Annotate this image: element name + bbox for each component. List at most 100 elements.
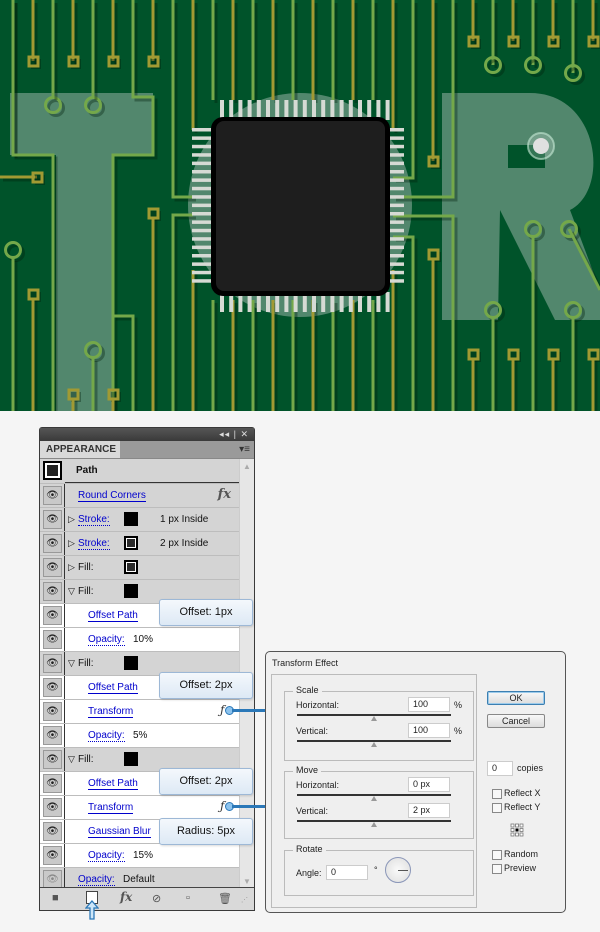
disclosure-collapsed-icon[interactable]: ▷: [68, 538, 75, 549]
row-label[interactable]: Fill:: [78, 586, 94, 597]
path-header-row[interactable]: Path: [40, 459, 239, 483]
visibility-eye-icon[interactable]: 👁: [43, 750, 62, 769]
row-label[interactable]: Opacity:: [88, 634, 125, 646]
visibility-eye-icon[interactable]: 👁: [43, 582, 62, 601]
random-checkbox[interactable]: Random: [492, 849, 538, 860]
reflect-x-checkbox[interactable]: Reflect X: [492, 788, 541, 799]
chip-pin-right: [388, 136, 404, 140]
chip-pin-right: [388, 270, 404, 275]
visibility-eye-icon[interactable]: 👁: [43, 606, 62, 625]
chip-pin-left: [192, 220, 212, 224]
move-horizontal-input[interactable]: 0 px: [408, 777, 450, 792]
copies-input[interactable]: 0: [487, 761, 513, 776]
slider-thumb[interactable]: [371, 742, 377, 747]
visibility-eye-icon[interactable]: 👁: [43, 798, 62, 817]
delete-icon[interactable]: 🗑: [218, 892, 232, 905]
panel-titlebar[interactable]: ◂◂ | ✕: [40, 428, 254, 441]
disclosure-expanded-icon[interactable]: ▽: [68, 586, 75, 597]
circuit-board-artwork: [0, 0, 600, 411]
tab-appearance[interactable]: APPEARANCE: [40, 441, 120, 458]
scale-horizontal-slider[interactable]: [297, 714, 451, 721]
row-label[interactable]: Opacity:: [78, 874, 115, 886]
reference-point-icon[interactable]: [510, 823, 524, 837]
collapse-close-controls[interactable]: ◂◂ | ✕: [219, 428, 249, 441]
scale-vertical-slider[interactable]: [297, 740, 451, 747]
row-label[interactable]: Stroke:: [78, 538, 110, 550]
degree-symbol: °: [374, 865, 378, 875]
chip-pin-left: [192, 237, 212, 241]
angle-dial[interactable]: [385, 857, 411, 883]
visibility-eye-icon[interactable]: 👁: [43, 726, 62, 745]
row-label[interactable]: Fill:: [78, 754, 94, 765]
row-label[interactable]: Gaussian Blur: [88, 826, 151, 838]
slider-thumb[interactable]: [371, 716, 377, 721]
fill-color-swatch[interactable]: [124, 752, 138, 766]
appearance-row-fill[interactable]: 👁 ▷ Fill:: [40, 555, 239, 579]
appearance-row-effect[interactable]: 👁 Round Corners fx: [40, 483, 239, 507]
cancel-button[interactable]: Cancel: [487, 714, 545, 728]
row-label[interactable]: Transform: [88, 802, 134, 814]
appearance-row-sub-opacity[interactable]: 👁 Opacity: 5%: [40, 723, 239, 747]
appearance-row-stroke[interactable]: 👁 ▷ Stroke: 1 px Inside: [40, 507, 239, 531]
slider-thumb[interactable]: [371, 822, 377, 827]
chip-pin-right: [388, 195, 404, 199]
appearance-row-sub-effect[interactable]: 👁 Transform: [40, 699, 239, 723]
disclosure-collapsed-icon[interactable]: ▷: [68, 562, 75, 573]
clear-icon[interactable]: ⊘: [152, 892, 161, 905]
row-label[interactable]: Opacity:: [88, 730, 125, 742]
move-vertical-slider[interactable]: [297, 820, 451, 827]
row-label[interactable]: Stroke:: [78, 514, 110, 526]
visibility-eye-icon[interactable]: 👁: [43, 678, 62, 697]
disclosure-expanded-icon[interactable]: ▽: [68, 754, 75, 765]
visibility-eye-icon[interactable]: 👁: [43, 822, 62, 841]
visibility-eye-icon[interactable]: 👁: [43, 702, 62, 721]
visibility-eye-icon[interactable]: 👁: [43, 558, 62, 577]
appearance-row-sub-effect[interactable]: 👁 Transform: [40, 795, 239, 819]
visibility-eye-icon[interactable]: 👁: [43, 654, 62, 673]
chip-pin-right: [388, 220, 404, 224]
stop-icon[interactable]: ■: [52, 892, 59, 904]
fill-color-swatch[interactable]: [124, 584, 138, 598]
duplicate-icon[interactable]: ▫: [186, 892, 190, 904]
visibility-eye-icon[interactable]: 👁: [43, 486, 62, 505]
row-label[interactable]: Round Corners: [78, 490, 146, 502]
appearance-row-sub-opacity[interactable]: 👁 Opacity: 10%: [40, 627, 239, 651]
visibility-eye-icon[interactable]: 👁: [43, 534, 62, 553]
dialog-title: Transform Effect: [272, 658, 339, 668]
row-label[interactable]: Offset Path: [88, 778, 138, 790]
angle-input[interactable]: 0: [326, 865, 368, 880]
fx-icon[interactable]: fx: [218, 487, 231, 502]
appearance-row-sub-opacity[interactable]: 👁 Opacity: 15%: [40, 843, 239, 867]
stroke-color-swatch[interactable]: [124, 536, 138, 550]
slider-thumb[interactable]: [371, 796, 377, 801]
disclosure-expanded-icon[interactable]: ▽: [68, 658, 75, 669]
visibility-eye-icon[interactable]: 👁: [43, 774, 62, 793]
scale-horizontal-input[interactable]: 100: [408, 697, 450, 712]
stroke-color-swatch[interactable]: [124, 512, 138, 526]
preview-checkbox[interactable]: Preview: [492, 863, 536, 874]
panel-menu-icon[interactable]: ▾≡: [239, 441, 250, 458]
move-horizontal-slider[interactable]: [297, 794, 451, 801]
scroll-down-icon[interactable]: ▼: [243, 877, 251, 886]
fill-color-swatch[interactable]: [124, 656, 138, 670]
visibility-eye-icon[interactable]: 👁: [43, 846, 62, 865]
appearance-row-stroke[interactable]: 👁 ▷ Stroke: 2 px Inside: [40, 531, 239, 555]
ok-button[interactable]: OK: [487, 691, 545, 705]
fx-menu-icon[interactable]: fx: [120, 890, 132, 904]
visibility-eye-icon[interactable]: 👁: [43, 630, 62, 649]
fill-color-swatch[interactable]: [124, 560, 138, 574]
move-vertical-input[interactable]: 2 px: [408, 803, 450, 818]
row-label[interactable]: Offset Path: [88, 610, 138, 622]
scroll-up-icon[interactable]: ▲: [243, 462, 251, 471]
disclosure-collapsed-icon[interactable]: ▷: [68, 514, 75, 525]
row-label[interactable]: Fill:: [78, 562, 94, 573]
row-label[interactable]: Offset Path: [88, 682, 138, 694]
resize-grip-icon[interactable]: ⋰: [241, 896, 248, 904]
row-label[interactable]: Fill:: [78, 658, 94, 669]
scale-vertical-input[interactable]: 100: [408, 723, 450, 738]
row-label[interactable]: Transform: [88, 706, 134, 718]
row-label[interactable]: Opacity:: [88, 850, 125, 862]
visibility-eye-icon[interactable]: 👁: [43, 510, 62, 529]
chip-pin-right: [388, 245, 404, 250]
reflect-y-checkbox[interactable]: Reflect Y: [492, 802, 540, 813]
